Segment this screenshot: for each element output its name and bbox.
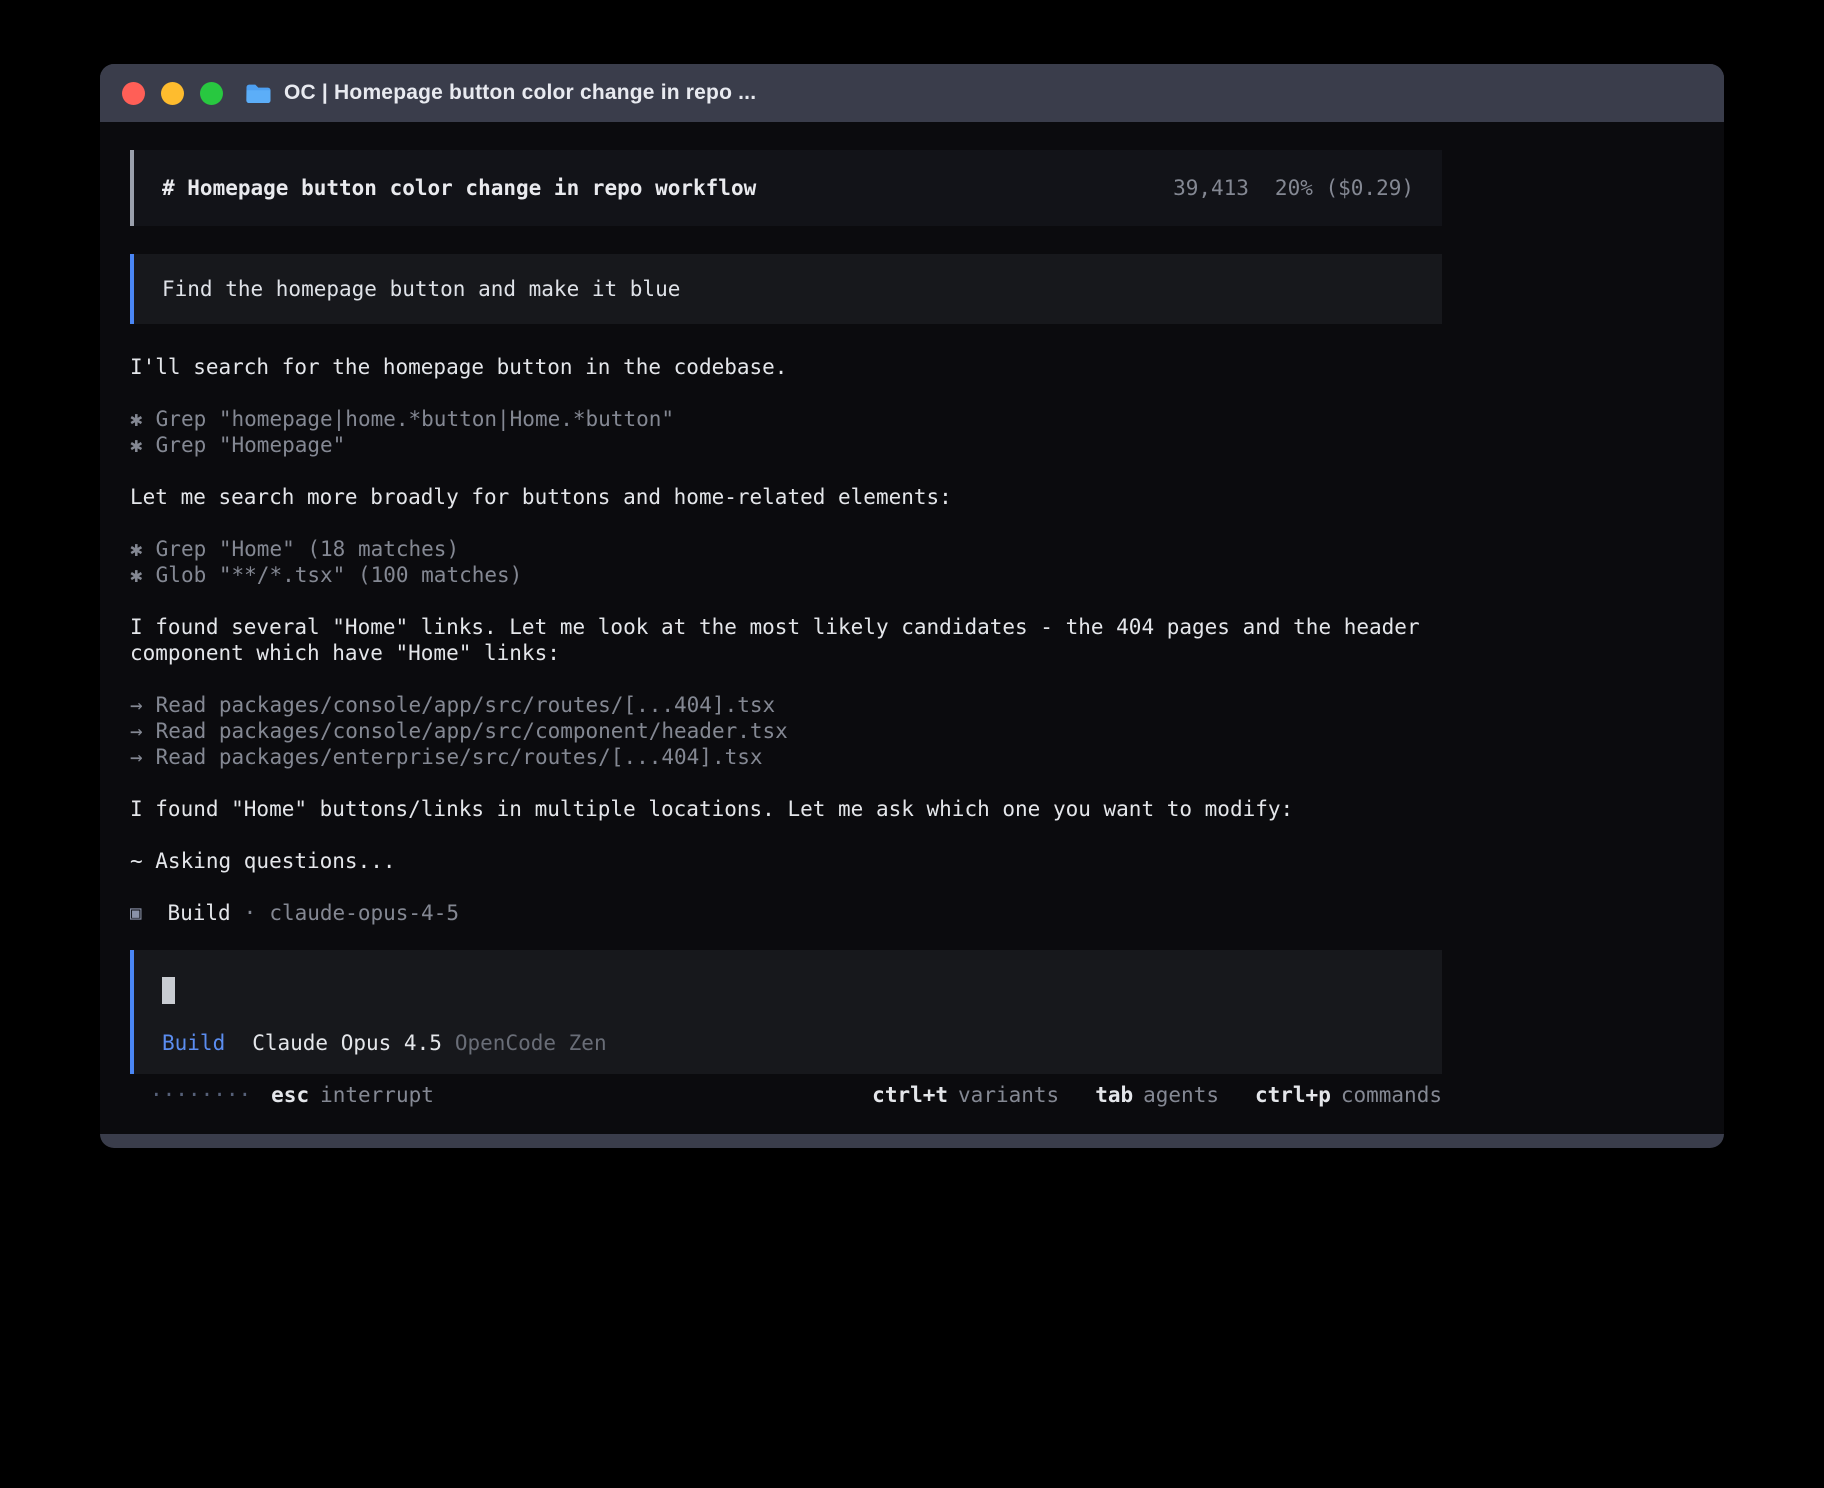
minimize-button[interactable] — [161, 82, 184, 105]
terminal-window: OC | Homepage button color change in rep… — [100, 64, 1724, 1148]
mode-indicator[interactable]: Build — [162, 1030, 225, 1056]
close-button[interactable] — [122, 82, 145, 105]
shortcut-variants[interactable]: ctrl+t variants — [872, 1082, 1059, 1108]
provider-name: OpenCode Zen — [455, 1030, 607, 1056]
shortcut-label: agents — [1143, 1082, 1219, 1108]
tool-call-label: Glob "**/*.tsx" (100 matches) — [156, 563, 523, 587]
text-cursor — [162, 977, 175, 1004]
shortcut-key: tab — [1095, 1082, 1133, 1108]
read-call-label: Read packages/enterprise/src/routes/[...… — [156, 745, 763, 769]
assistant-paragraph: I found "Home" buttons/links in multiple… — [130, 796, 1442, 822]
shortcut-key: ctrl+t — [872, 1082, 948, 1108]
asterisk-icon: ✱ — [130, 432, 143, 458]
read-call[interactable]: → Read packages/enterprise/src/routes/[..… — [130, 744, 1442, 770]
tool-call[interactable]: ✱ Grep "Homepage" — [130, 432, 1442, 458]
read-call-group: → Read packages/console/app/src/routes/[.… — [130, 692, 1442, 770]
arrow-icon: → — [130, 744, 143, 770]
asterisk-icon: ✱ — [130, 562, 143, 588]
input-meta: Build Claude Opus 4.5 OpenCode Zen — [162, 1030, 1414, 1056]
assistant-paragraph: I'll search for the homepage button in t… — [130, 354, 1442, 380]
asterisk-icon: ✱ — [130, 536, 143, 562]
folder-icon — [245, 83, 272, 104]
asterisk-icon: ✱ — [130, 406, 143, 432]
prompt-input[interactable]: Build Claude Opus 4.5 OpenCode Zen — [130, 950, 1442, 1074]
shortcut-label: commands — [1341, 1082, 1442, 1108]
tool-call[interactable]: ✱ Glob "**/*.tsx" (100 matches) — [130, 562, 1442, 588]
titlebar[interactable]: OC | Homepage button color change in rep… — [100, 64, 1724, 122]
model-name[interactable]: Claude Opus 4.5 — [252, 1030, 442, 1056]
agent-box-icon: ▣ — [130, 900, 141, 926]
window-title: OC | Homepage button color change in rep… — [284, 81, 756, 105]
shortcut-label: variants — [958, 1082, 1059, 1108]
shortcut-commands[interactable]: ctrl+p commands — [1255, 1082, 1442, 1108]
token-count: 39,413 — [1173, 175, 1249, 201]
esc-label: interrupt — [320, 1082, 434, 1108]
desktop: OC | Homepage button color change in rep… — [0, 0, 1824, 1488]
zoom-button[interactable] — [200, 82, 223, 105]
session-title: # Homepage button color change in repo w… — [162, 175, 756, 201]
read-call-label: Read packages/console/app/src/component/… — [156, 719, 788, 743]
status-right: ctrl+t variants tab agents ctrl+p comman… — [872, 1082, 1442, 1108]
agent-model: claude-opus-4-5 — [269, 900, 459, 926]
session-header: # Homepage button color change in repo w… — [130, 150, 1442, 226]
status-left: ········ esc interrupt — [130, 1082, 434, 1108]
session-stats: 39,413 20% ($0.29) — [1173, 175, 1414, 201]
agent-separator: · — [244, 900, 257, 926]
tool-call[interactable]: ✱ Grep "homepage|home.*button|Home.*butto… — [130, 406, 1442, 432]
arrow-icon: → — [130, 718, 143, 744]
arrow-icon: → — [130, 692, 143, 718]
tool-call-label: Grep "Home" (18 matches) — [156, 537, 459, 561]
shortcut-key: ctrl+p — [1255, 1082, 1331, 1108]
assistant-paragraph: Let me search more broadly for buttons a… — [130, 484, 1442, 510]
traffic-lights — [122, 82, 223, 105]
read-call-label: Read packages/console/app/src/routes/[..… — [156, 693, 776, 717]
read-call[interactable]: → Read packages/console/app/src/component… — [130, 718, 1442, 744]
status-bar: ········ esc interrupt ctrl+t variants t… — [130, 1082, 1442, 1108]
user-message-text: Find the homepage button and make it blu… — [162, 277, 680, 301]
tool-call-group: ✱ Grep "homepage|home.*button|Home.*butto… — [130, 406, 1442, 458]
spinner-dots: ········ — [150, 1082, 251, 1108]
tool-call-label: Grep "Homepage" — [156, 433, 346, 457]
assistant-paragraph: I found several "Home" links. Let me loo… — [130, 614, 1442, 666]
working-status: ~ Asking questions... — [130, 848, 1442, 874]
tool-call-group: ✱ Grep "Home" (18 matches) ✱ Glob "**/*.ts… — [130, 536, 1442, 588]
esc-key[interactable]: esc — [271, 1082, 309, 1108]
terminal-content: # Homepage button color change in repo w… — [100, 122, 1724, 1134]
user-message: Find the homepage button and make it blu… — [130, 254, 1442, 324]
context-cost: 20% ($0.29) — [1275, 175, 1414, 201]
agent-indicator: ▣ Build · claude-opus-4-5 — [130, 900, 1442, 926]
tool-call-label: Grep "homepage|home.*button|Home.*button… — [156, 407, 674, 431]
tool-call[interactable]: ✱ Grep "Home" (18 matches) — [130, 536, 1442, 562]
shortcut-agents[interactable]: tab agents — [1095, 1082, 1219, 1108]
read-call[interactable]: → Read packages/console/app/src/routes/[.… — [130, 692, 1442, 718]
assistant-response: I'll search for the homepage button in t… — [130, 354, 1442, 926]
agent-name: Build — [167, 900, 230, 926]
